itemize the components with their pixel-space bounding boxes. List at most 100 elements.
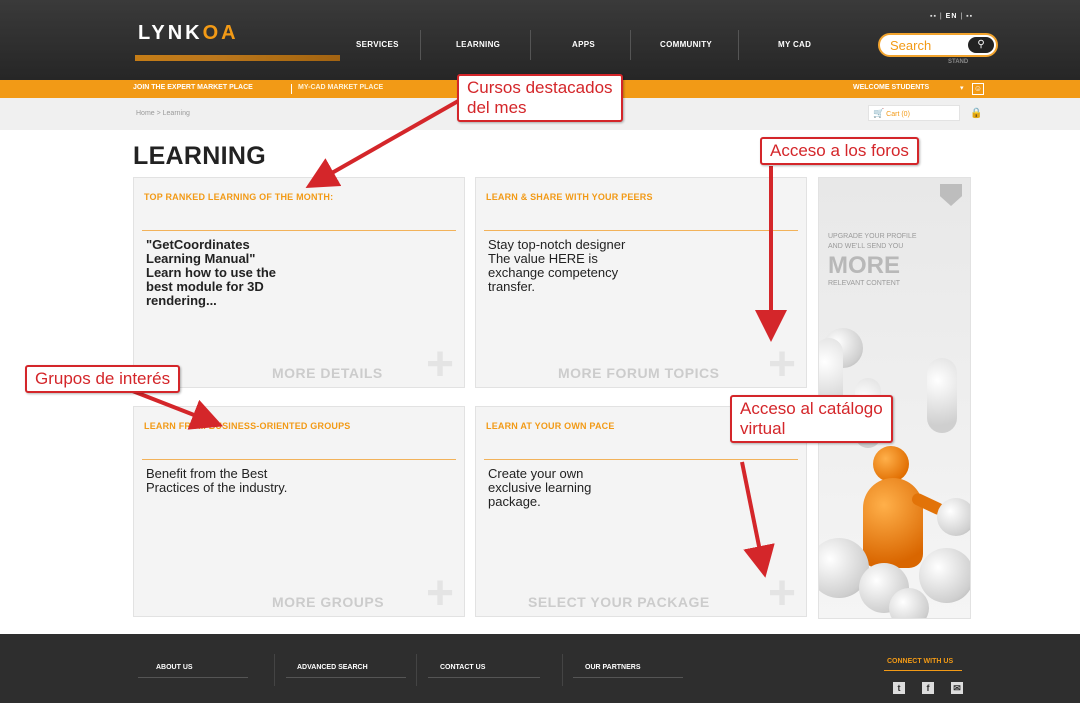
more-groups-link[interactable]: MORE GROUPS — [272, 594, 384, 610]
card-text-line: Practices of the industry. — [146, 480, 288, 495]
footer-divider — [562, 654, 563, 686]
card-text-line: Benefit from the Best — [146, 466, 268, 481]
plus-icon[interactable]: + — [426, 341, 454, 389]
card-text-line: exclusive learning — [488, 480, 592, 495]
download-arrow-icon — [940, 184, 962, 206]
search-box: ⚲ — [878, 33, 998, 57]
card-divider — [484, 230, 798, 231]
logo-tagline-graphic — [135, 55, 340, 61]
card-text: Stay top-notch designer The value HERE i… — [488, 238, 625, 294]
lynkoa-logo[interactable]: LYNKOA — [138, 22, 239, 45]
language-selector[interactable]: ▪▪ | EN | ▪▪ — [930, 13, 973, 20]
search-sub-label: STAND — [948, 59, 969, 65]
nav-community[interactable]: COMMUNITY — [660, 40, 712, 49]
card-text-line: "GetCoordinates — [146, 237, 250, 252]
orange-figure-illustration — [873, 446, 909, 482]
plus-icon[interactable]: + — [768, 570, 796, 618]
card-heading: LEARN & SHARE WITH YOUR PEERS — [486, 192, 653, 202]
annotation-groups: Grupos de interés — [25, 365, 181, 393]
footer-our-partners[interactable]: OUR PARTNERS — [585, 664, 640, 671]
annotation-line: del mes — [467, 98, 527, 117]
card-text-line: The value HERE is — [488, 251, 598, 266]
search-input[interactable] — [890, 38, 960, 53]
card-heading: LEARN FROM BUSINESS-ORIENTED GROUPS — [144, 421, 351, 431]
nav-apps[interactable]: APPS — [572, 40, 595, 49]
user-icon[interactable]: ☺ — [972, 83, 984, 95]
annotation-line: Acceso al catálogo — [740, 399, 883, 418]
more-forum-topics-link[interactable]: MORE FORUM TOPICS — [558, 365, 719, 381]
footer-underline — [428, 677, 540, 678]
language-en[interactable]: EN — [946, 13, 958, 20]
site-footer: ABOUT US ADVANCED SEARCH CONTACT US OUR … — [0, 634, 1080, 703]
twitter-icon[interactable]: t — [893, 682, 905, 694]
connect-with-us-label: CONNECT WITH US — [887, 658, 954, 665]
marketplace-divider — [291, 84, 292, 94]
card-divider — [142, 459, 456, 460]
card-heading: TOP RANKED LEARNING OF THE MONTH: — [144, 192, 334, 202]
welcome-students-menu[interactable]: WELCOME STUDENTS — [853, 84, 929, 91]
card-text-line: package. — [488, 494, 541, 509]
footer-about-us[interactable]: ABOUT US — [156, 664, 193, 671]
promo-text: UPGRADE YOUR PROFILE AND WE'LL SEND YOU — [828, 232, 917, 252]
sphere-illustration — [919, 548, 970, 603]
logo-accent-text: OA — [202, 22, 239, 44]
nav-services[interactable]: SERVICES — [356, 40, 399, 49]
sphere-illustration — [889, 588, 929, 618]
search-button[interactable]: ⚲ — [968, 37, 994, 53]
card-top-ranked: TOP RANKED LEARNING OF THE MONTH: "GetCo… — [133, 177, 465, 389]
card-text-line: Learn how to use the — [146, 265, 277, 280]
promo-headline: MORE — [828, 252, 900, 279]
facebook-icon[interactable]: f — [922, 682, 934, 694]
email-icon[interactable]: ✉ — [951, 682, 963, 694]
cart-label: Cart (0) — [886, 111, 910, 118]
annotation-catalog: Acceso al catálogo virtual — [730, 395, 893, 443]
annotation-line: virtual — [740, 419, 786, 438]
footer-underline — [884, 670, 962, 671]
plus-icon[interactable]: + — [426, 570, 454, 618]
expert-marketplace-link[interactable]: JOIN THE EXPERT MARKET PLACE — [133, 84, 253, 91]
card-text-line: best module for 3D — [146, 279, 264, 294]
footer-underline — [573, 677, 683, 678]
chevron-down-icon[interactable]: ▾ — [960, 84, 964, 92]
card-text: Benefit from the Best Practices of the i… — [146, 467, 287, 495]
card-text: Create your own exclusive learning packa… — [488, 467, 591, 509]
card-divider — [484, 459, 798, 460]
search-icon: ⚲ — [977, 39, 985, 50]
card-text-line: Learning Manual" — [146, 251, 256, 266]
cart-icon: 🛒 — [873, 108, 885, 118]
nav-my-cad[interactable]: MY CAD — [778, 40, 811, 49]
nav-divider — [738, 30, 739, 60]
nav-learning[interactable]: LEARNING — [456, 40, 500, 49]
card-text: "GetCoordinates Learning Manual" Learn h… — [146, 238, 276, 308]
mycad-marketplace-link[interactable]: MY-CAD MARKET PLACE — [298, 84, 383, 91]
plus-icon[interactable]: + — [768, 341, 796, 389]
promo-line: UPGRADE YOUR PROFILE — [828, 233, 917, 240]
card-business-groups: LEARN FROM BUSINESS-ORIENTED GROUPS Bene… — [133, 406, 465, 618]
card-text-line: Create your own — [488, 466, 584, 481]
card-divider — [142, 230, 456, 231]
cart-button[interactable]: 🛒 Cart (0) — [868, 105, 960, 121]
footer-divider — [416, 654, 417, 686]
card-learn-share: LEARN & SHARE WITH YOUR PEERS Stay top-n… — [475, 177, 807, 389]
annotation-featured-courses: Cursos destacados del mes — [457, 74, 623, 122]
footer-contact-us[interactable]: CONTACT US — [440, 664, 485, 671]
nav-divider — [420, 30, 421, 60]
card-text-line: Stay top-notch designer — [488, 237, 626, 252]
promo-line: AND WE'LL SEND YOU — [828, 243, 904, 250]
promo-line: RELEVANT CONTENT — [828, 280, 901, 287]
lock-icon[interactable]: 🔒 — [970, 108, 982, 119]
sphere-illustration — [937, 498, 970, 536]
white-figure-illustration — [927, 358, 957, 433]
card-heading: LEARN AT YOUR OWN PACE — [486, 421, 615, 431]
more-details-link[interactable]: MORE DETAILS — [272, 365, 383, 381]
footer-underline — [138, 677, 248, 678]
footer-advanced-search[interactable]: ADVANCED SEARCH — [297, 664, 368, 671]
card-text-line: transfer. — [488, 279, 535, 294]
nav-divider — [630, 30, 631, 60]
select-package-link[interactable]: SELECT YOUR PACKAGE — [528, 594, 710, 610]
nav-divider — [530, 30, 531, 60]
card-text-line: rendering... — [146, 293, 217, 308]
card-text-line: exchange competency — [488, 265, 619, 280]
breadcrumb[interactable]: Home > Learning — [136, 110, 190, 117]
footer-divider — [274, 654, 275, 686]
